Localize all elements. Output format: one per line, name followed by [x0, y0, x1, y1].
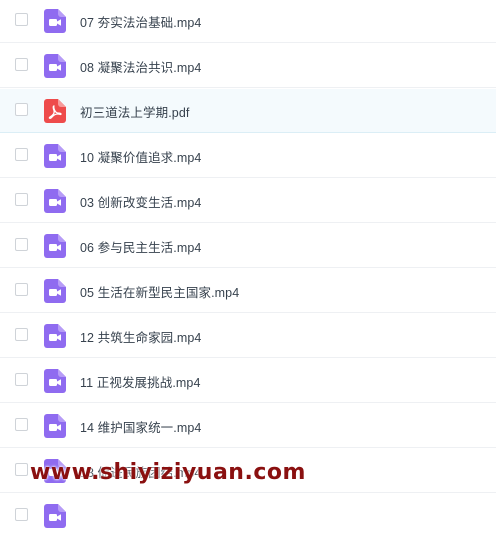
file-name[interactable]: 11 正视发展挑战.mp4 — [80, 372, 201, 391]
file-name[interactable]: 03 创新改变生活.mp4 — [80, 192, 201, 211]
file-name[interactable]: 12 共筑生命家园.mp4 — [80, 327, 201, 346]
list-item[interactable]: 06 参与民主生活.mp4 — [0, 224, 496, 268]
list-item[interactable]: 10 凝聚价值追求.mp4 — [0, 134, 496, 178]
video-file-icon — [44, 189, 66, 213]
video-file-icon — [44, 504, 66, 528]
list-item[interactable]: 05 生活在新型民主国家.mp4 — [0, 269, 496, 313]
list-item[interactable]: 11 正视发展挑战.mp4 — [0, 359, 496, 403]
select-checkbox[interactable] — [15, 418, 28, 431]
video-file-icon — [44, 144, 66, 168]
file-name[interactable]: 14 维护国家统一.mp4 — [80, 417, 201, 436]
list-item[interactable]: 12 共筑生命家园.mp4 — [0, 314, 496, 358]
select-checkbox[interactable] — [15, 508, 28, 521]
list-item[interactable]: 03 创新改变生活.mp4 — [0, 179, 496, 223]
video-file-icon — [44, 369, 66, 393]
file-name[interactable]: 06 参与民主生活.mp4 — [80, 237, 201, 256]
video-file-icon — [44, 324, 66, 348]
select-checkbox[interactable] — [15, 283, 28, 296]
list-item[interactable]: 08 凝聚法治共识.mp4 — [0, 44, 496, 88]
video-file-icon — [44, 234, 66, 258]
select-checkbox[interactable] — [15, 13, 28, 26]
list-item[interactable]: 14 维护国家统一.mp4 — [0, 404, 496, 448]
select-checkbox[interactable] — [15, 103, 28, 116]
video-file-icon — [44, 54, 66, 78]
select-checkbox[interactable] — [15, 328, 28, 341]
file-name[interactable]: 05 生活在新型民主国家.mp4 — [80, 282, 239, 301]
select-checkbox[interactable] — [15, 58, 28, 71]
select-checkbox[interactable] — [15, 148, 28, 161]
watermark: www.shiyiziyuan.com — [30, 460, 306, 485]
list-item[interactable] — [0, 494, 496, 538]
file-name[interactable]: 07 夯实法治基础.mp4 — [80, 12, 201, 31]
file-name[interactable]: 08 凝聚法治共识.mp4 — [80, 57, 201, 76]
select-checkbox[interactable] — [15, 238, 28, 251]
pdf-file-icon — [44, 99, 66, 123]
select-checkbox[interactable] — [15, 463, 28, 476]
video-file-icon — [44, 279, 66, 303]
list-item[interactable]: 初三道法上学期.pdf — [0, 89, 496, 133]
list-item[interactable]: 07 夯实法治基础.mp4 — [0, 0, 496, 43]
select-checkbox[interactable] — [15, 373, 28, 386]
file-name[interactable]: 10 凝聚价值追求.mp4 — [80, 147, 201, 166]
select-checkbox[interactable] — [15, 193, 28, 206]
video-file-icon — [44, 9, 66, 33]
file-name[interactable]: 初三道法上学期.pdf — [80, 102, 189, 121]
video-file-icon — [44, 414, 66, 438]
